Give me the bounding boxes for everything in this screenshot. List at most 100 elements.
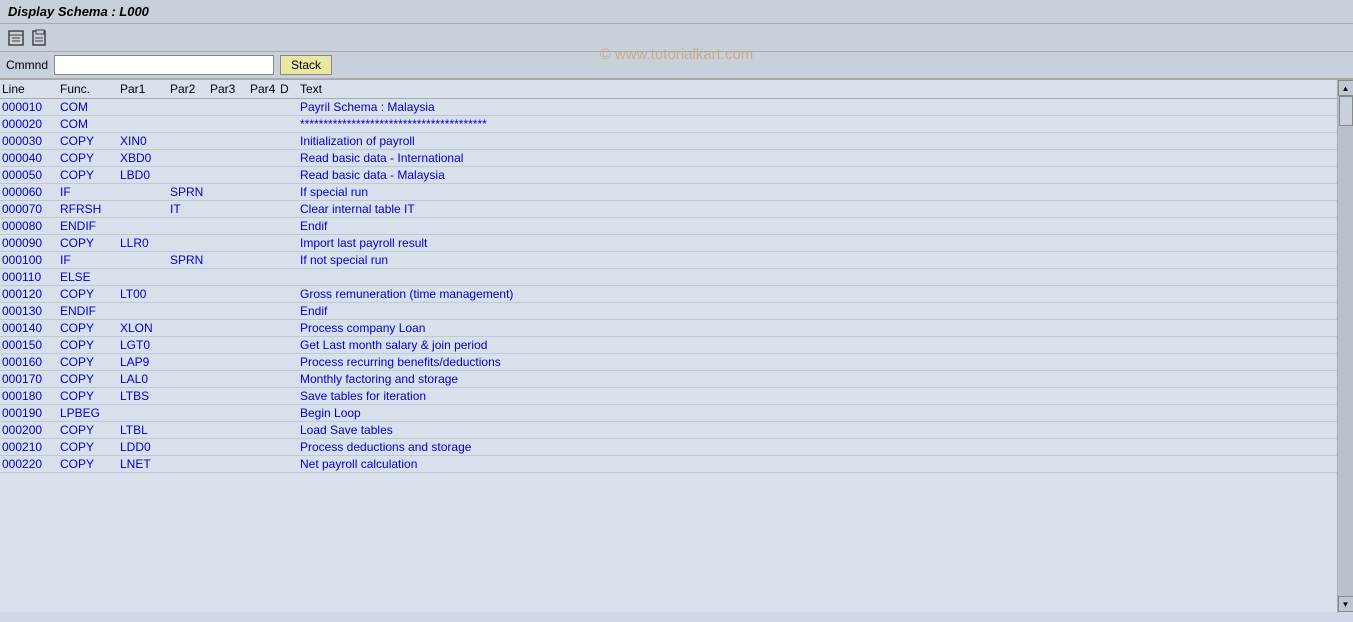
cell-func: COPY bbox=[60, 457, 120, 471]
cell-par2 bbox=[170, 355, 210, 369]
cell-par4 bbox=[250, 134, 280, 148]
cell-d bbox=[280, 389, 300, 403]
cell-d bbox=[280, 253, 300, 267]
table-row[interactable]: 000220 COPY LNET Net payroll calculation bbox=[0, 456, 1337, 473]
cell-par1 bbox=[120, 202, 170, 216]
stack-button[interactable]: Stack bbox=[280, 55, 332, 75]
table-row[interactable]: 000080 ENDIF Endif bbox=[0, 218, 1337, 235]
cell-text: Read basic data - International bbox=[300, 151, 1337, 165]
cell-par2 bbox=[170, 100, 210, 114]
table-row[interactable]: 000150 COPY LGT0 Get Last month salary &… bbox=[0, 337, 1337, 354]
cell-par4 bbox=[250, 338, 280, 352]
cell-par4 bbox=[250, 151, 280, 165]
cell-par2 bbox=[170, 457, 210, 471]
scroll-up-btn[interactable]: ▲ bbox=[1338, 80, 1353, 96]
cell-par1: LNET bbox=[120, 457, 170, 471]
cell-par3 bbox=[210, 270, 250, 284]
cell-d bbox=[280, 355, 300, 369]
cell-d bbox=[280, 168, 300, 182]
table-row[interactable]: 000200 COPY LTBL Load Save tables bbox=[0, 422, 1337, 439]
col-header-d: D bbox=[280, 82, 300, 96]
table-row[interactable]: 000020 COM *****************************… bbox=[0, 116, 1337, 133]
cell-text: Monthly factoring and storage bbox=[300, 372, 1337, 386]
table-header: Line Func. Par1 Par2 Par3 Par4 D Text bbox=[0, 80, 1337, 99]
cell-par3 bbox=[210, 100, 250, 114]
table-row[interactable]: 000070 RFRSH IT Clear internal table IT bbox=[0, 201, 1337, 218]
scrollbar-thumb[interactable] bbox=[1339, 96, 1353, 126]
table-row[interactable]: 000130 ENDIF Endif bbox=[0, 303, 1337, 320]
cell-par4 bbox=[250, 202, 280, 216]
table-row[interactable]: 000050 COPY LBD0 Read basic data - Malay… bbox=[0, 167, 1337, 184]
cell-par3 bbox=[210, 423, 250, 437]
table-row[interactable]: 000210 COPY LDD0 Process deductions and … bbox=[0, 439, 1337, 456]
table-row[interactable]: 000180 COPY LTBS Save tables for iterati… bbox=[0, 388, 1337, 405]
table-row[interactable]: 000090 COPY LLR0 Import last payroll res… bbox=[0, 235, 1337, 252]
table-row[interactable]: 000010 COM Payril Schema : Malaysia bbox=[0, 99, 1337, 116]
title-bar: Display Schema : L000 bbox=[0, 0, 1353, 24]
cell-text: Process company Loan bbox=[300, 321, 1337, 335]
cell-line: 000110 bbox=[0, 270, 60, 284]
cell-par4 bbox=[250, 372, 280, 386]
cell-par4 bbox=[250, 287, 280, 301]
cell-text: If special run bbox=[300, 185, 1337, 199]
cell-line: 000020 bbox=[0, 117, 60, 131]
cell-par1 bbox=[120, 100, 170, 114]
cell-func: COPY bbox=[60, 236, 120, 250]
cell-par2 bbox=[170, 338, 210, 352]
main-area: Line Func. Par1 Par2 Par3 Par4 D Text 00… bbox=[0, 80, 1353, 612]
cell-par1 bbox=[120, 185, 170, 199]
cell-par1 bbox=[120, 117, 170, 131]
scrollbar-right[interactable]: ▲ ▼ bbox=[1337, 80, 1353, 612]
cell-par3 bbox=[210, 372, 250, 386]
cell-par4 bbox=[250, 185, 280, 199]
table-row[interactable]: 000160 COPY LAP9 Process recurring benef… bbox=[0, 354, 1337, 371]
cell-par4 bbox=[250, 117, 280, 131]
cell-par1: LDD0 bbox=[120, 440, 170, 454]
scroll-down-btn[interactable]: ▼ bbox=[1338, 596, 1353, 612]
cell-par1: LT00 bbox=[120, 287, 170, 301]
cell-par1: LAL0 bbox=[120, 372, 170, 386]
cell-par4 bbox=[250, 304, 280, 318]
cell-text: Process deductions and storage bbox=[300, 440, 1337, 454]
cell-text: If not special run bbox=[300, 253, 1337, 267]
cell-par2 bbox=[170, 423, 210, 437]
cell-par2: IT bbox=[170, 202, 210, 216]
toolbar-icon-1[interactable] bbox=[6, 28, 26, 48]
table-row[interactable]: 000170 COPY LAL0 Monthly factoring and s… bbox=[0, 371, 1337, 388]
content-area: Line Func. Par1 Par2 Par3 Par4 D Text 00… bbox=[0, 80, 1337, 612]
table-row[interactable]: 000120 COPY LT00 Gross remuneration (tim… bbox=[0, 286, 1337, 303]
table-row[interactable]: 000060 IF SPRN If special run bbox=[0, 184, 1337, 201]
scrollbar-track bbox=[1338, 96, 1353, 596]
cell-d bbox=[280, 304, 300, 318]
cell-par4 bbox=[250, 440, 280, 454]
cell-d bbox=[280, 338, 300, 352]
toolbar-icon-2[interactable] bbox=[30, 28, 50, 48]
cell-par3 bbox=[210, 168, 250, 182]
col-header-par3: Par3 bbox=[210, 82, 250, 96]
cell-func: COPY bbox=[60, 389, 120, 403]
table-row[interactable]: 000190 LPBEG Begin Loop bbox=[0, 405, 1337, 422]
cell-line: 000050 bbox=[0, 168, 60, 182]
table-row[interactable]: 000030 COPY XIN0 Initialization of payro… bbox=[0, 133, 1337, 150]
command-input[interactable] bbox=[54, 55, 274, 75]
command-bar: Cmmnd Stack bbox=[0, 52, 1353, 80]
cell-d bbox=[280, 236, 300, 250]
col-header-line: Line bbox=[0, 82, 60, 96]
cell-d bbox=[280, 406, 300, 420]
cell-par2 bbox=[170, 168, 210, 182]
table-row[interactable]: 000100 IF SPRN If not special run bbox=[0, 252, 1337, 269]
cell-line: 000130 bbox=[0, 304, 60, 318]
cell-par2 bbox=[170, 134, 210, 148]
cell-par2 bbox=[170, 406, 210, 420]
cell-par1: LAP9 bbox=[120, 355, 170, 369]
cell-d bbox=[280, 151, 300, 165]
cell-text: Payril Schema : Malaysia bbox=[300, 100, 1337, 114]
cell-line: 000120 bbox=[0, 287, 60, 301]
table-row[interactable]: 000040 COPY XBD0 Read basic data - Inter… bbox=[0, 150, 1337, 167]
cell-func: ELSE bbox=[60, 270, 120, 284]
cell-par2: SPRN bbox=[170, 253, 210, 267]
cell-d bbox=[280, 457, 300, 471]
table-row[interactable]: 000140 COPY XLON Process company Loan bbox=[0, 320, 1337, 337]
cell-par3 bbox=[210, 304, 250, 318]
table-row[interactable]: 000110 ELSE bbox=[0, 269, 1337, 286]
